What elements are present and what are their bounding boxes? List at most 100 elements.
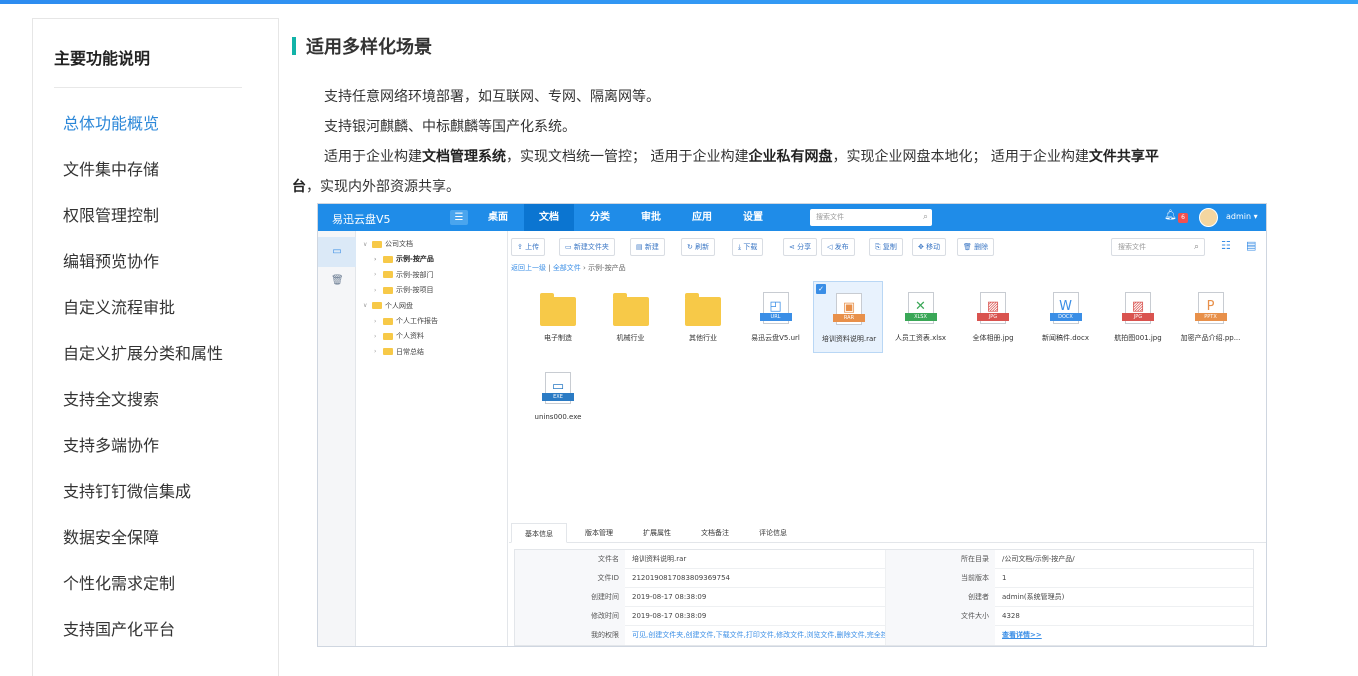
toolbar-button[interactable]: ✥ 移动 xyxy=(912,238,947,256)
chevron-right-icon[interactable]: › xyxy=(374,348,383,355)
app-tab[interactable]: 设置 xyxy=(728,204,778,231)
toolbar-button[interactable]: 🗑 删除 xyxy=(957,238,995,256)
file-item[interactable]: P PPTX 加密产品介绍.pp... xyxy=(1176,281,1246,353)
chevron-right-icon[interactable]: › xyxy=(374,318,383,325)
nav-item[interactable]: 支持钉钉微信集成 xyxy=(63,478,191,502)
app-side-rail: ▭ 🗑︎ xyxy=(318,231,356,646)
detail-tab[interactable]: 评论信息 xyxy=(745,523,801,543)
nav-item[interactable]: 文件集中存储 xyxy=(63,156,159,180)
menu-icon[interactable]: ☰ xyxy=(450,210,468,225)
file-item[interactable]: ✕ XLSX 人员工资表.xlsx xyxy=(886,281,956,353)
nav-item[interactable]: 数据安全保障 xyxy=(63,524,159,548)
toolbar-button[interactable]: ▭ 新建文件夹 xyxy=(559,238,615,256)
app-search-input[interactable]: 搜索文件 ⌕ xyxy=(810,209,932,226)
nav-item[interactable]: 总体功能概览 xyxy=(63,110,159,134)
file-item[interactable]: ▭ EXE unins000.exe xyxy=(523,361,593,433)
paragraph-network: 支持任意网络环境部署，如互联网、专网、隔离网等。 xyxy=(324,89,660,105)
nav-item[interactable]: 支持全文搜索 xyxy=(63,386,159,410)
field-value: /公司文档/示例-按产品/ xyxy=(1002,555,1075,563)
chevron-right-icon[interactable]: › xyxy=(374,271,383,278)
tree-node[interactable]: ∨ 公司文档 xyxy=(363,239,413,249)
file-type-icon: ◰ URL xyxy=(759,292,792,324)
avatar[interactable] xyxy=(1199,208,1218,227)
folder-item[interactable]: 其他行业 xyxy=(668,281,738,353)
nav-item[interactable]: 个性化需求定制 xyxy=(63,570,175,594)
user-menu[interactable]: admin ▾ xyxy=(1226,212,1258,221)
checkbox[interactable]: ✓ xyxy=(816,284,826,294)
chevron-down-icon[interactable]: ∨ xyxy=(363,241,372,248)
app-tab[interactable]: 应用 xyxy=(677,204,727,231)
field-value: 4328 xyxy=(1002,612,1020,620)
nav-item[interactable]: 自定义流程审批 xyxy=(63,294,175,318)
tree-node[interactable]: › 日常总结 xyxy=(374,347,424,357)
field-value: 2019-08-17 08:38:09 xyxy=(632,612,707,620)
file-name: 新闻稿件.docx xyxy=(1042,334,1089,342)
file-type-icon: P PPTX xyxy=(1194,292,1227,324)
detail-tab[interactable]: 版本管理 xyxy=(571,523,627,543)
trash-icon[interactable]: 🗑︎ xyxy=(331,275,344,287)
folder-icon xyxy=(372,240,382,248)
feature-nav: 主要功能说明 总体功能概览 文件集中存储 权限管理控制 编辑预览协作 自定义流程审批 自定… xyxy=(32,18,279,676)
view-details-link[interactable]: 查看详情>> xyxy=(995,626,1042,645)
nav-item[interactable]: 自定义扩展分类和属性 xyxy=(63,340,223,364)
breadcrumb-current: 示例-按产品 xyxy=(588,264,626,272)
tree-node-label: 个人网盘 xyxy=(385,301,413,310)
field-value: admin(系统管理员) xyxy=(1002,593,1065,601)
chevron-right-icon[interactable]: › xyxy=(374,333,383,340)
file-name: 培训资料说明.rar xyxy=(821,335,877,343)
nav-item[interactable]: 支持多端协作 xyxy=(63,432,159,456)
folder-item[interactable]: 机械行业 xyxy=(596,281,666,353)
app-tab[interactable]: 审批 xyxy=(626,204,676,231)
tree-node[interactable]: ∨ 个人网盘 xyxy=(363,301,413,311)
file-item[interactable]: ◰ URL 易迅云盘V5.url xyxy=(741,281,811,353)
tree-node[interactable]: › 示例-按部门 xyxy=(374,270,434,280)
file-item[interactable]: W DOCX 新闻稿件.docx xyxy=(1031,281,1101,353)
tree-node-label: 个人资料 xyxy=(396,332,424,341)
file-item[interactable]: ▨ JPG 全体相册.jpg xyxy=(958,281,1028,353)
breadcrumb-back[interactable]: 返回上一级 xyxy=(511,264,546,272)
app-tab[interactable]: 文档 xyxy=(524,204,574,231)
toolbar-button[interactable]: ↻ 刷新 xyxy=(681,238,716,256)
table-row: 我的权限 可见,创建文件夹,创建文件,下载文件,打印文件,修改文件,浏览文件,删除… xyxy=(515,626,1253,645)
file-item[interactable]: ▣ RAR ✓ 培训资料说明.rar xyxy=(813,281,883,353)
nav-item[interactable]: 权限管理控制 xyxy=(63,202,159,226)
folder-item[interactable]: 电子制造 xyxy=(523,281,593,353)
field-value: 1 xyxy=(1002,574,1007,582)
detail-view-icon[interactable]: ▤ xyxy=(1246,239,1256,252)
bell-icon[interactable]: 🔔︎ xyxy=(1164,210,1177,221)
chevron-right-icon[interactable]: › xyxy=(374,256,383,263)
toolbar-button[interactable]: ⇪ 上传 xyxy=(511,238,546,256)
file-item[interactable]: ▨ JPG 航拍图001.jpg xyxy=(1103,281,1173,353)
chevron-right-icon[interactable]: › xyxy=(374,287,383,294)
app-tab[interactable]: 分类 xyxy=(575,204,625,231)
toolbar-button[interactable]: ◁ 发布 xyxy=(821,238,855,256)
toolbar-button[interactable]: ⤓ 下载 xyxy=(732,238,764,256)
field-label: 修改时间 xyxy=(515,607,625,626)
tree-node[interactable]: › 示例-按产品 xyxy=(374,254,434,264)
toolbar-button[interactable]: ▤ 新建 xyxy=(630,238,665,256)
toolbar-button[interactable]: ⎘ 复制 xyxy=(869,238,903,256)
tree-node[interactable]: › 个人工作报告 xyxy=(374,316,438,326)
detail-tab[interactable]: 扩展属性 xyxy=(629,523,685,543)
nav-item[interactable]: 编辑预览协作 xyxy=(63,248,159,272)
folder-icon xyxy=(383,255,393,263)
folder-icon[interactable]: ▭ xyxy=(318,237,356,267)
section-title: 适用多样化场景 xyxy=(306,37,432,58)
folder-icon xyxy=(612,293,649,326)
paragraph-os: 支持银河麒麟、中标麒麟等国产化系统。 xyxy=(324,119,576,135)
paragraph-usecases-cont: 台，实现内外部资源共享。 xyxy=(292,179,460,195)
toolbar-button[interactable]: ⋖ 分享 xyxy=(783,238,818,256)
breadcrumb-all-files[interactable]: 全部文件 xyxy=(553,264,581,272)
file-name: 全体相册.jpg xyxy=(972,334,1014,342)
detail-tab[interactable]: 文档备注 xyxy=(687,523,743,543)
tree-node[interactable]: › 个人资料 xyxy=(374,331,424,341)
list-view-icon[interactable]: ☷ xyxy=(1221,239,1231,252)
app-tab[interactable]: 桌面 xyxy=(473,204,523,231)
nav-item[interactable]: 支持国产化平台 xyxy=(63,616,175,640)
detail-tab[interactable]: 基本信息 xyxy=(511,523,567,543)
file-search-input[interactable]: 搜索文件 ⌕ xyxy=(1111,238,1205,256)
tree-node[interactable]: › 示例-按项目 xyxy=(374,285,434,295)
chevron-down-icon[interactable]: ∨ xyxy=(363,302,372,309)
table-row: 文件ID 21201908170838093697​54 当前版本 1 xyxy=(515,569,1253,588)
folder-icon xyxy=(383,317,393,325)
